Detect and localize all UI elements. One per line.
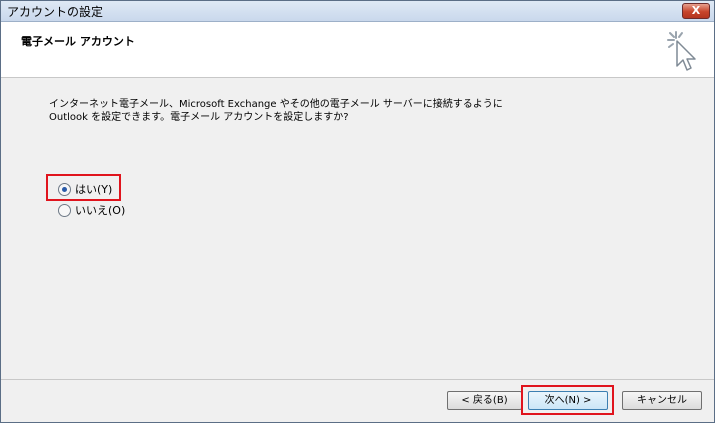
footer-separator (1, 379, 714, 380)
wizard-header: 電子メール アカウント (1, 22, 714, 78)
wizard-body: インターネット電子メール、Microsoft Exchange やその他の電子メ… (1, 78, 714, 379)
window-title: アカウントの設定 (7, 5, 104, 19)
account-settings-window: アカウントの設定 X 電子メール アカウント インターネット電子メール、Micr… (0, 0, 715, 423)
highlight-next-box (521, 385, 614, 415)
close-icon: X (691, 4, 701, 17)
description-line-1: インターネット電子メール、Microsoft Exchange やその他の電子メ… (49, 99, 503, 110)
highlight-yes-box (46, 174, 121, 201)
radio-no[interactable]: いいえ(O) (58, 202, 125, 218)
description-line-2: Outlook を設定できます。電子メール アカウントを設定しますか? (49, 112, 349, 123)
close-button[interactable]: X (682, 3, 710, 19)
title-bar: アカウントの設定 X (1, 1, 714, 22)
back-button[interactable]: < 戻る(B) (447, 391, 522, 410)
radio-no-label: いいえ(O) (75, 204, 126, 217)
page-title: 電子メール アカウント (21, 35, 135, 48)
cancel-button[interactable]: キャンセル (622, 391, 702, 410)
radio-no-indicator[interactable] (58, 203, 71, 217)
wizard-cursor-icon (667, 31, 696, 71)
